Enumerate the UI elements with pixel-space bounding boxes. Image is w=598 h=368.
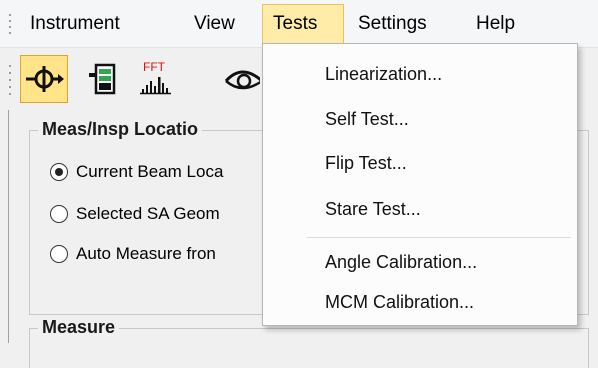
radio-label: Current Beam Loca — [76, 162, 224, 181]
battery-tool-button[interactable] — [80, 55, 128, 103]
eye-icon — [224, 70, 260, 90]
target-icon — [26, 66, 64, 92]
menu-settings[interactable]: Settings — [348, 4, 437, 44]
menubar-grip-icon[interactable] — [8, 14, 12, 34]
menu-help[interactable]: Help — [466, 4, 525, 44]
menu-view[interactable]: View — [184, 4, 245, 44]
tests-dropdown-menu: Linearization... Self Test... Flip Test.… — [262, 43, 578, 326]
menu-item-linearization[interactable]: Linearization... — [325, 54, 442, 94]
fft-spectrum-icon: FFT — [140, 60, 171, 95]
radio-selected-sa-geometry[interactable]: Selected SA Geom — [50, 201, 220, 227]
meas-insp-location-title: Meas/Insp Locatio — [38, 119, 203, 140]
radio-label: Auto Measure fron — [76, 244, 216, 263]
measure-group: Measure — [29, 317, 589, 368]
menu-instrument[interactable]: Instrument — [20, 4, 130, 44]
menu-item-stare-test[interactable]: Stare Test... — [325, 189, 421, 229]
radio-unchecked-icon — [50, 245, 68, 263]
radio-current-beam-location[interactable]: Current Beam Loca — [50, 159, 223, 185]
menu-bar: Instrument View Tests Settings Help — [0, 0, 598, 48]
menu-item-mcm-calibration[interactable]: MCM Calibration... — [325, 282, 474, 322]
menu-item-flip-test[interactable]: Flip Test... — [325, 143, 407, 183]
toolbar-grip-icon[interactable] — [8, 65, 12, 95]
fft-tool-button[interactable]: FFT — [134, 55, 182, 103]
target-tool-button[interactable] — [20, 55, 68, 103]
radio-label: Selected SA Geom — [76, 204, 220, 223]
menu-item-self-test[interactable]: Self Test... — [325, 99, 409, 139]
menu-separator — [307, 237, 571, 238]
radio-unchecked-icon — [50, 205, 68, 223]
menu-item-angle-calibration[interactable]: Angle Calibration... — [325, 242, 477, 282]
radio-checked-icon — [50, 163, 68, 181]
fft-label: FFT — [143, 60, 166, 74]
menu-tests[interactable]: Tests — [262, 4, 344, 44]
view-tool-button[interactable] — [220, 55, 260, 103]
measure-group-title: Measure — [38, 317, 120, 338]
battery-icon — [89, 63, 116, 95]
radio-auto-measure[interactable]: Auto Measure fron — [50, 241, 216, 267]
